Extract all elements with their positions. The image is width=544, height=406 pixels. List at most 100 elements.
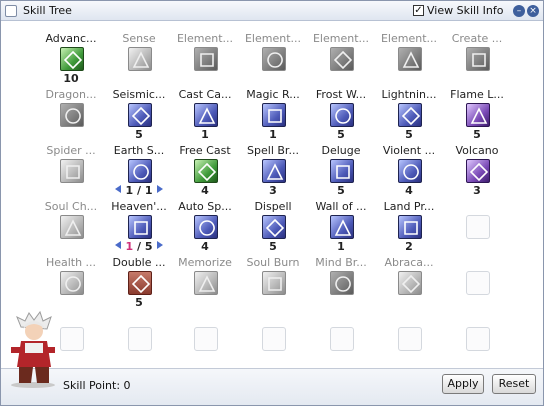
empty-skill-slot xyxy=(443,246,511,304)
skill-cell[interactable]: Land Pr... 2 xyxy=(375,190,443,253)
empty-slot-box xyxy=(128,327,152,351)
skill-cell[interactable]: Advanc... 10 xyxy=(37,22,105,85)
skill-icon[interactable] xyxy=(398,103,422,127)
skill-icon[interactable] xyxy=(398,271,422,295)
skill-name: Frost W... xyxy=(315,88,367,101)
skill-cell[interactable]: Wall of ... 1 xyxy=(307,190,375,253)
skill-cell[interactable]: Double ... 5 xyxy=(105,246,173,309)
skill-glyph-icon xyxy=(198,163,216,181)
skill-name: Element... xyxy=(176,32,234,45)
skill-icon[interactable] xyxy=(128,47,152,71)
skill-icon[interactable] xyxy=(60,103,84,127)
empty-slot-box xyxy=(466,327,490,351)
skill-icon[interactable] xyxy=(128,215,152,239)
skill-cell[interactable]: Dragon... xyxy=(37,78,105,136)
skill-glyph-icon xyxy=(335,108,351,124)
skill-icon[interactable] xyxy=(330,47,354,71)
skill-point-text: Skill Point: 0 xyxy=(63,379,131,392)
apply-button[interactable]: Apply xyxy=(442,374,484,394)
skill-cell[interactable]: Dispell 5 xyxy=(239,190,307,253)
close-icon[interactable]: × xyxy=(527,5,539,17)
skill-icon[interactable] xyxy=(194,47,218,71)
skill-icon[interactable] xyxy=(398,215,422,239)
skill-cell[interactable]: Soul Ch... xyxy=(37,190,105,248)
skill-icon[interactable] xyxy=(262,271,286,295)
skill-icon[interactable] xyxy=(466,159,490,183)
skill-glyph-icon xyxy=(65,108,81,124)
skill-cell[interactable]: Mind Br... xyxy=(307,246,375,304)
skill-cell[interactable]: Auto Sp... 4 xyxy=(171,190,239,253)
skill-cell[interactable]: Lightnin... 5 xyxy=(375,78,443,141)
skill-icon[interactable] xyxy=(330,159,354,183)
skill-icon[interactable] xyxy=(466,47,490,71)
character-avatar-icon xyxy=(11,310,55,388)
skill-icon[interactable] xyxy=(330,215,354,239)
skill-icon[interactable] xyxy=(330,103,354,127)
skill-icon[interactable] xyxy=(262,159,286,183)
skill-glyph-icon xyxy=(66,165,80,179)
skill-cell[interactable]: Sense xyxy=(105,22,173,80)
skill-name: Double ... xyxy=(112,256,166,269)
skill-cell[interactable]: Deluge 5 xyxy=(307,134,375,197)
skill-icon[interactable] xyxy=(330,271,354,295)
skill-cell[interactable]: Element... xyxy=(171,22,239,80)
skill-cell[interactable]: Cast Ca... 1 xyxy=(171,78,239,141)
skill-icon[interactable] xyxy=(60,215,84,239)
skill-glyph-icon xyxy=(64,51,82,69)
skill-icon[interactable] xyxy=(128,159,152,183)
skill-name: Seismic... xyxy=(112,88,166,101)
skill-icon[interactable] xyxy=(60,47,84,71)
skill-icon[interactable] xyxy=(60,159,84,183)
skill-cell[interactable]: Volcano 3 xyxy=(443,134,511,197)
reset-button[interactable]: Reset xyxy=(492,374,536,394)
skill-icon[interactable] xyxy=(128,103,152,127)
skill-icon[interactable] xyxy=(60,271,84,295)
empty-skill-slot xyxy=(171,302,239,360)
skill-cell[interactable]: Create ... xyxy=(443,22,511,80)
skill-name: Magic R... xyxy=(246,88,300,101)
skill-name: Dispell xyxy=(254,200,292,213)
skill-cell[interactable]: Element... xyxy=(307,22,375,80)
title-bar[interactable]: Skill Tree ✓ View Skill Info – × xyxy=(1,1,543,21)
skill-icon[interactable] xyxy=(194,159,218,183)
empty-slot-box xyxy=(466,215,490,239)
skill-cell[interactable]: Element... xyxy=(375,22,443,80)
skill-icon[interactable] xyxy=(466,103,490,127)
skill-cell[interactable]: Flame L... 5 xyxy=(443,78,511,141)
skill-cell[interactable]: Soul Burn xyxy=(239,246,307,304)
skill-icon[interactable] xyxy=(194,103,218,127)
skill-cell[interactable]: Seismic... 5 xyxy=(105,78,173,141)
footer-bar: Skill Point: 0 Apply Reset xyxy=(1,368,543,405)
skill-cell[interactable]: Magic R... 1 xyxy=(239,78,307,141)
skill-name: Spell Br... xyxy=(247,144,299,157)
skill-cell[interactable]: Health ... xyxy=(37,246,105,304)
skill-cell[interactable]: Spell Br... 3 xyxy=(239,134,307,197)
minimize-icon[interactable]: – xyxy=(513,5,525,17)
skill-cell[interactable]: Frost W... 5 xyxy=(307,78,375,141)
skill-cell[interactable]: Free Cast 4 xyxy=(171,134,239,197)
skill-name: Earth S... xyxy=(113,144,165,157)
skill-icon[interactable] xyxy=(128,271,152,295)
skill-cell[interactable]: Heaven'... 1 / 5 xyxy=(105,190,173,253)
skill-icon[interactable] xyxy=(262,47,286,71)
skill-tree-window: Skill Tree ✓ View Skill Info – × Advanc.… xyxy=(0,0,544,406)
skill-cell[interactable]: Abraca... xyxy=(375,246,443,304)
skill-name: Advanc... xyxy=(45,32,97,45)
view-skill-info-toggle[interactable]: ✓ View Skill Info xyxy=(413,4,503,17)
skill-icon[interactable] xyxy=(398,47,422,71)
skill-cell[interactable]: Element... xyxy=(239,22,307,80)
skill-icon[interactable] xyxy=(194,215,218,239)
skill-icon[interactable] xyxy=(262,215,286,239)
skill-grid: Advanc... 10 Sense Element... Element... Elem… xyxy=(1,22,543,368)
skill-icon[interactable] xyxy=(194,271,218,295)
skill-cell[interactable]: Memorize xyxy=(171,246,239,304)
skill-cell[interactable]: Earth S... 1 / 1 xyxy=(105,134,173,197)
skill-cell[interactable]: Spider ... xyxy=(37,134,105,192)
view-skill-info-checkbox[interactable]: ✓ xyxy=(413,5,424,16)
skill-glyph-icon xyxy=(200,53,214,67)
empty-slot-box xyxy=(194,327,218,351)
skill-icon[interactable] xyxy=(262,103,286,127)
skill-glyph-icon xyxy=(64,219,82,236)
skill-icon[interactable] xyxy=(398,159,422,183)
skill-cell[interactable]: Violent ... 4 xyxy=(375,134,443,197)
